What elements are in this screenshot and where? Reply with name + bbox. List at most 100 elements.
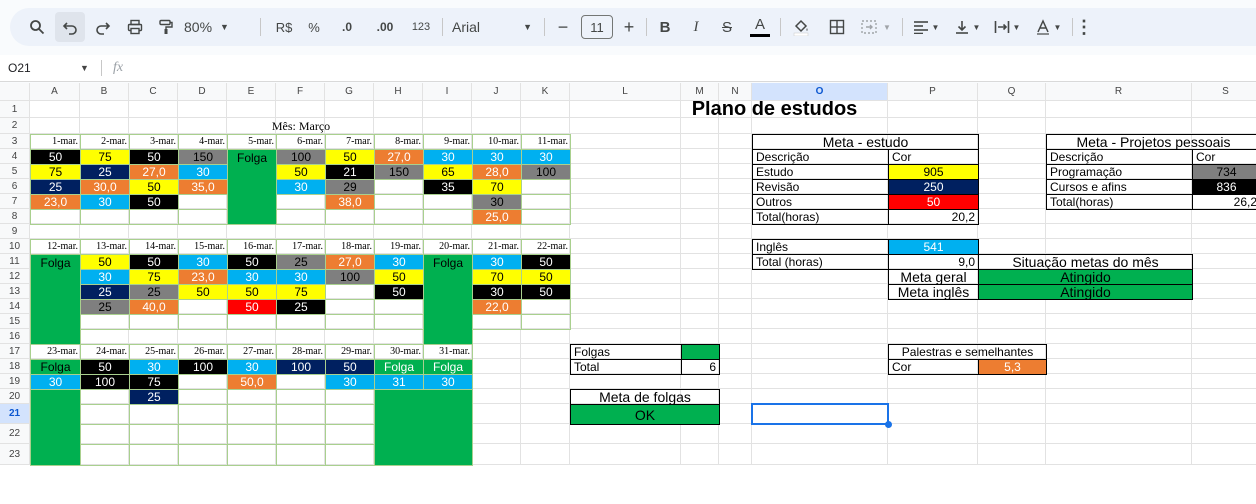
- cell-p17[interactable]: Palestras e semelhantes: [888, 344, 1047, 360]
- cell-h3[interactable]: 8-mar.: [374, 134, 424, 150]
- cell-k4[interactable]: 30: [521, 149, 571, 165]
- cell-i6[interactable]: 35: [423, 179, 473, 195]
- cell-s4[interactable]: Cor: [1192, 149, 1256, 165]
- cell-e13[interactable]: 50: [227, 284, 277, 300]
- horizontal-align-icon[interactable]: ▼: [908, 8, 944, 46]
- italic-button[interactable]: I: [685, 8, 707, 46]
- cell-g19[interactable]: 30: [325, 374, 375, 390]
- cell-c10[interactable]: 14-mar.: [129, 239, 179, 255]
- cell-l21[interactable]: OK: [570, 404, 720, 425]
- cell-j7[interactable]: 30: [472, 194, 522, 210]
- more-formats-button[interactable]: 123: [406, 8, 436, 46]
- cell-e10[interactable]: 16-mar.: [227, 239, 277, 255]
- column-header-g[interactable]: G: [325, 83, 374, 101]
- cell-d3[interactable]: 4-mar.: [178, 134, 228, 150]
- row-header-18[interactable]: 18: [0, 359, 30, 374]
- cell-h20[interactable]: [374, 389, 473, 466]
- redo-icon[interactable]: [90, 8, 116, 46]
- cell-j3[interactable]: 10-mar.: [472, 134, 522, 150]
- row-header-15[interactable]: 15: [0, 314, 30, 329]
- cell-k5[interactable]: 100: [521, 164, 571, 180]
- cell-c20[interactable]: 25: [129, 389, 179, 405]
- decrease-font-size-button[interactable]: −: [552, 8, 574, 46]
- row-header-20[interactable]: 20: [0, 389, 30, 404]
- column-header-d[interactable]: D: [178, 83, 227, 101]
- cell-b10[interactable]: 13-mar.: [80, 239, 130, 255]
- cell-f3[interactable]: 6-mar.: [276, 134, 326, 150]
- cell-p5[interactable]: 905: [888, 164, 979, 180]
- cell-p4[interactable]: Cor: [888, 149, 979, 165]
- cell-a19[interactable]: 30: [30, 374, 81, 390]
- row-header-16[interactable]: 16: [0, 329, 30, 344]
- cell-b18[interactable]: 50: [80, 359, 130, 375]
- cell-o7[interactable]: Outros: [752, 194, 889, 210]
- formula-input[interactable]: [140, 57, 1250, 79]
- cell-j11[interactable]: 30: [472, 254, 522, 270]
- cell-b7[interactable]: 30: [80, 194, 130, 210]
- cell-j4[interactable]: 30: [472, 149, 522, 165]
- cell-l20[interactable]: Meta de folgas: [570, 389, 720, 405]
- zoom-select[interactable]: 80% ▼: [184, 8, 246, 46]
- column-header-i[interactable]: I: [423, 83, 472, 101]
- cell-a4[interactable]: 50: [30, 149, 81, 165]
- cell-j10[interactable]: 21-mar.: [472, 239, 522, 255]
- cell-c4[interactable]: 50: [129, 149, 179, 165]
- cell-s6[interactable]: 836: [1192, 179, 1256, 195]
- cell-g4[interactable]: 50: [325, 149, 375, 165]
- active-cell-selection[interactable]: [751, 403, 889, 425]
- select-all-corner[interactable]: [0, 83, 30, 101]
- cell-g17[interactable]: 29-mar.: [325, 344, 375, 360]
- cell-a17[interactable]: 23-mar.: [30, 344, 81, 360]
- cell-b11[interactable]: 50: [80, 254, 130, 270]
- cell-b3[interactable]: 2-mar.: [80, 134, 130, 150]
- row-header-22[interactable]: 22: [0, 424, 30, 444]
- font-family-select[interactable]: Arial ▼: [448, 8, 536, 46]
- cell-p8[interactable]: 20,2: [888, 209, 979, 225]
- cell-g11[interactable]: 27,0: [325, 254, 375, 270]
- cell-d5[interactable]: 30: [178, 164, 228, 180]
- cell-i3[interactable]: 9-mar.: [423, 134, 473, 150]
- cell-p6[interactable]: 250: [888, 179, 979, 195]
- decrease-decimal-button[interactable]: .0: [332, 8, 362, 46]
- cell-f17[interactable]: 28-mar.: [276, 344, 326, 360]
- column-header-n[interactable]: N: [719, 83, 752, 101]
- cell-m18[interactable]: 6: [681, 359, 720, 375]
- cell-d17[interactable]: 26-mar.: [178, 344, 228, 360]
- cell-d4[interactable]: 150: [178, 149, 228, 165]
- cell-f10[interactable]: 17-mar.: [276, 239, 326, 255]
- cell-p11[interactable]: 9,0: [888, 254, 979, 270]
- cell-a11[interactable]: Folga: [30, 254, 81, 345]
- cell-p10[interactable]: 541: [888, 239, 979, 255]
- cell-d18[interactable]: 100: [178, 359, 228, 375]
- undo-icon[interactable]: [55, 12, 85, 42]
- column-header-e[interactable]: E: [227, 83, 276, 101]
- cell-p18[interactable]: Cor: [888, 359, 979, 375]
- search-menus-icon[interactable]: [24, 8, 50, 46]
- cell-j5[interactable]: 28,0: [472, 164, 522, 180]
- cell-g7[interactable]: 38,0: [325, 194, 375, 210]
- cell-o3[interactable]: Meta - estudo: [752, 134, 979, 150]
- cell-d6[interactable]: 35,0: [178, 179, 228, 195]
- column-header-r[interactable]: R: [1046, 83, 1192, 101]
- cell-r4[interactable]: Descrição: [1046, 149, 1193, 165]
- borders-icon[interactable]: [824, 8, 850, 46]
- cell-o11[interactable]: Total (horas): [752, 254, 889, 270]
- cell-q13[interactable]: Atingido: [978, 284, 1193, 300]
- row-header-21[interactable]: 21: [0, 404, 30, 424]
- cell-b14[interactable]: 25: [80, 299, 130, 315]
- cell-j12[interactable]: 70: [472, 269, 522, 285]
- cell-i19[interactable]: 30: [423, 374, 473, 390]
- increase-font-size-button[interactable]: +: [618, 8, 640, 46]
- cell-a18[interactable]: Folga: [30, 359, 81, 375]
- name-box[interactable]: O21 ▼: [0, 55, 100, 81]
- cell-d10[interactable]: 15-mar.: [178, 239, 228, 255]
- row-header-9[interactable]: 9: [0, 224, 30, 239]
- row-header-17[interactable]: 17: [0, 344, 30, 359]
- row-header-5[interactable]: 5: [0, 164, 30, 179]
- row-header-19[interactable]: 19: [0, 374, 30, 389]
- cell-h19[interactable]: 31: [374, 374, 424, 390]
- cell-g3[interactable]: 7-mar.: [325, 134, 375, 150]
- column-header-c[interactable]: C: [129, 83, 178, 101]
- cell-h18[interactable]: Folga: [374, 359, 424, 375]
- currency-format-button[interactable]: R$: [270, 8, 298, 46]
